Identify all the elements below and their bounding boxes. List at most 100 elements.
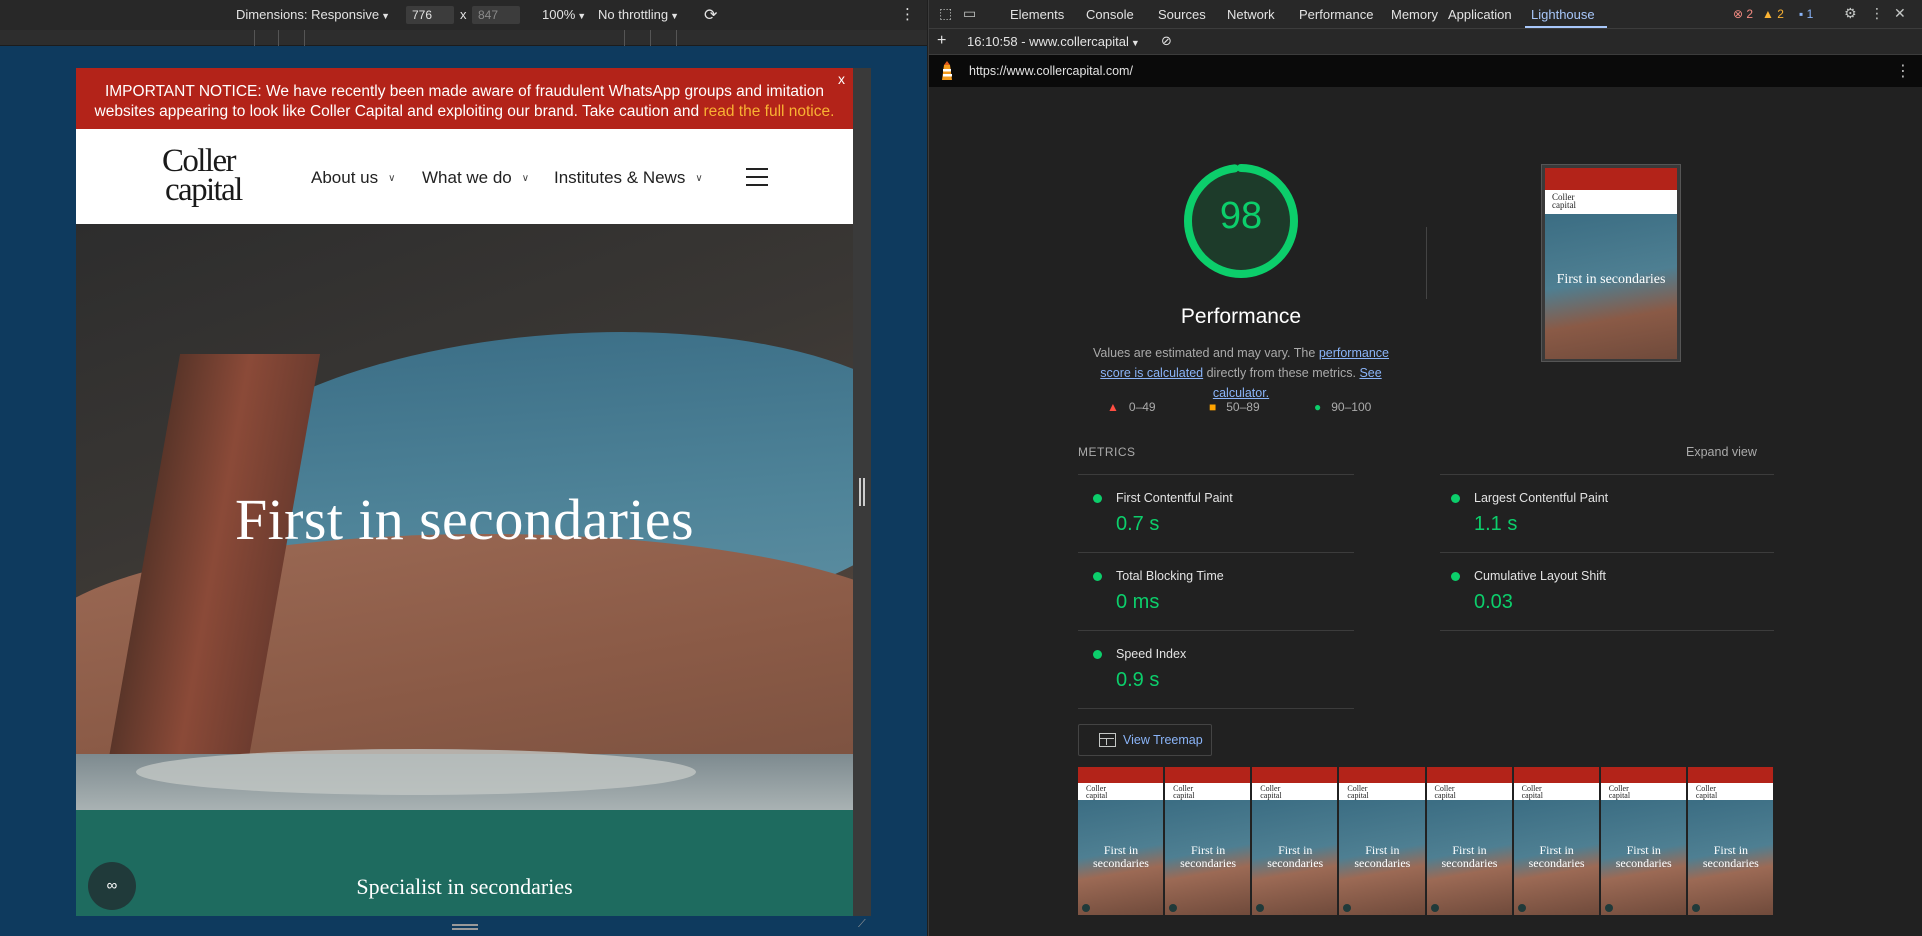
tab-performance[interactable]: Performance [1299,7,1373,22]
metric-divider [1440,630,1774,631]
report-selector[interactable]: 16:10:58 - www.collercapital ▼ [967,34,1140,49]
message-icon: ▪ [1799,7,1804,21]
metric-cumulative-layout-shift: Cumulative Layout Shift 0.03 [1436,553,1776,631]
filmstrip-frame: Coller capital First in secondaries [1513,767,1600,915]
active-tab-indicator [1525,26,1607,28]
frame-notice [1513,767,1599,783]
tab-application[interactable]: Application [1448,7,1512,22]
metric-speed-index: Speed Index 0.9 s [1078,631,1418,709]
view-treemap-button[interactable]: View Treemap [1078,724,1212,756]
rotate-icon[interactable]: ⟳ [704,5,717,25]
pass-dot-icon [1451,494,1460,503]
frame-title: First in secondaries [1441,843,1498,870]
site-header: Coller capital About us ∨ What we do ∨ Ins… [76,129,853,224]
clear-reports-icon[interactable]: ⊘ [1161,33,1172,49]
final-screenshot-thumbnail[interactable]: Coller capital First in secondaries [1541,164,1681,362]
metrics-heading: METRICS [1078,445,1136,459]
tab-elements[interactable]: Elements [1010,7,1064,22]
new-report-plus-icon[interactable]: + [937,32,946,50]
frame-notice [1600,767,1686,783]
width-resize-handle[interactable] [859,478,865,506]
hero-section: First in secondaries [76,224,853,810]
thumb-logo: Coller capital [1552,192,1576,210]
important-notice-banner: IMPORTANT NOTICE: We have recently been … [76,68,853,129]
frame-title: First in secondaries [1615,843,1672,870]
error-icon: ⊗ [1733,7,1744,21]
close-icon[interactable]: ✕ [1894,5,1906,22]
device-toggle-icon[interactable]: ▭ [963,5,976,22]
error-count-badge[interactable]: ⊗ 2 [1733,7,1753,21]
square-icon: ■ [1209,400,1217,414]
zoom-dropdown[interactable]: 100% ▼ [542,7,586,22]
ruler-tick [624,30,625,46]
nav-about-us[interactable]: About us ∨ [311,168,395,188]
vertical-divider [1426,227,1427,299]
info-count-badge[interactable]: ▪ 1 [1799,7,1813,21]
height-input[interactable]: 847 [472,6,520,24]
cookie-settings-icon[interactable]: ∞ [88,862,136,910]
expand-view-toggle[interactable]: Expand view [1686,445,1757,459]
report-url[interactable]: https://www.collercapital.com/ [969,64,1133,78]
circle-icon: ● [1314,400,1322,414]
more-options-icon[interactable]: ⋮ [900,5,915,23]
frame-notice [1339,767,1425,783]
frame-cookie-dot [1430,904,1439,912]
pass-dot-icon [1451,572,1460,581]
performance-score: 98 [1219,195,1263,237]
height-resize-handle[interactable] [452,924,478,930]
frame-notice [1426,767,1512,783]
corner-resize-icon[interactable]: ⟋ [858,918,866,931]
report-menu-icon[interactable]: ⋮ [1895,61,1911,81]
settings-gear-icon[interactable]: ⚙ [1844,5,1857,22]
nav-institutes-news[interactable]: Institutes & News ∨ [554,168,703,188]
more-options-icon[interactable]: ⋮ [1870,5,1884,22]
frame-notice [1078,767,1164,783]
report-url-bar: https://www.collercapital.com/ ⋮ [929,55,1922,87]
devtools-panel: ⬚ ▭ Elements Console Sources Network Per… [928,0,1922,936]
tab-sources[interactable]: Sources [1158,7,1206,22]
hamburger-menu-icon[interactable] [746,168,768,192]
tab-network[interactable]: Network [1227,7,1275,22]
media-query-ruler[interactable] [0,30,927,46]
metric-divider [1078,708,1354,709]
screen: Dimensions: Responsive ▼ 776 x 847 100% ▼ … [0,0,1922,936]
hero-title: First in secondaries [234,487,695,552]
inspect-element-icon[interactable]: ⬚ [939,5,952,22]
legend-average: ■ 50–89 [1209,400,1260,414]
tab-lighthouse[interactable]: Lighthouse [1531,7,1595,22]
warning-count-badge[interactable]: ▲ 2 [1762,7,1784,21]
chevron-down-icon: ▼ [577,11,587,21]
tab-console[interactable]: Console [1086,7,1134,22]
frame-logo: Coller capital [1521,784,1543,800]
treemap-icon [1099,733,1116,747]
frame-logo: Coller capital [1173,784,1195,800]
width-input[interactable]: 776 [406,6,454,24]
frame-title: First in secondaries [1180,843,1237,870]
dimensions-times: x [460,7,467,22]
performance-description: Values are estimated and may vary. The p… [1092,346,1389,400]
dimensions-dropdown[interactable]: Dimensions: Responsive ▼ [236,7,390,22]
ruler-tick [676,30,677,46]
filmstrip-frame: Coller capital First in secondaries [1426,767,1513,915]
metric-total-blocking-time: Total Blocking Time 0 ms [1078,553,1418,631]
frame-cookie-dot [1517,904,1526,912]
lighthouse-logo-icon [942,61,952,80]
frame-logo: Coller capital [1260,784,1282,800]
throttling-dropdown[interactable]: No throttling ▼ [598,7,679,22]
device-viewport: IMPORTANT NOTICE: We have recently been … [76,68,853,916]
pass-dot-icon [1093,650,1102,659]
lighthouse-report-bar: + 16:10:58 - www.collercapital ▼ ⊘ [929,29,1922,55]
frame-notice [1165,767,1251,783]
tab-memory[interactable]: Memory [1391,7,1438,22]
chevron-down-icon: ∨ [695,173,703,184]
frame-logo: Coller capital [1086,784,1108,800]
section-subtitle: Specialist in secondaries [356,874,573,899]
ruler-tick [254,30,255,46]
notice-link[interactable]: read the full notice. [703,103,834,120]
close-notice-button[interactable]: x [838,69,845,89]
pass-dot-icon [1093,494,1102,503]
nav-what-we-do[interactable]: What we do ∨ [422,168,529,188]
lighthouse-report: 98 Performance Values are estimated and … [929,87,1922,936]
filmstrip-frame: Coller capital First in secondaries [1339,767,1426,915]
coller-capital-logo[interactable]: Coller capital [162,145,243,207]
